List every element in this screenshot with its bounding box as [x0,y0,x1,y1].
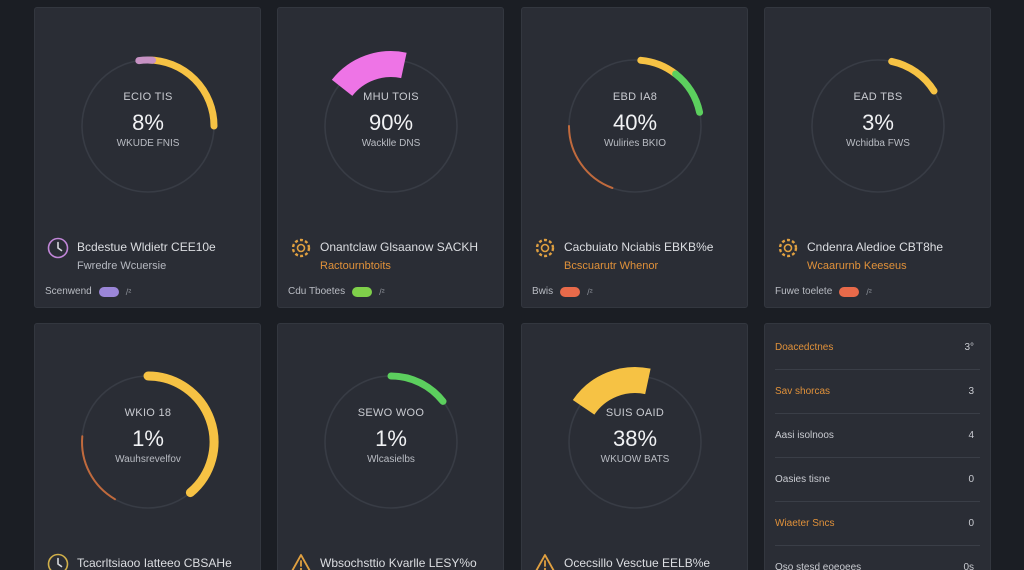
list-item-label: Oso stesd eoeoees [775,562,862,570]
list-item-label: Aasi isolnoos [775,430,834,441]
clock-icon [47,237,69,259]
gauge-sub-label: Wauhsrevelfov [115,454,181,465]
progress-ring [568,367,702,509]
gauge-card[interactable]: WKIO 18 1% Wauhsrevelfov Tcacrltsiaoo Iatt… [34,323,261,570]
gauge-sub-label: Wchidba FWS [846,138,910,149]
card-subtitle: Bcscuarutr Whenor [564,260,659,272]
warning-icon [291,554,311,570]
status-pill[interactable] [560,286,581,297]
gauge-sub-label: Wacklle DNS [361,138,421,149]
list-item-label: Doacedctnes [775,342,834,353]
card-footer: Cdu Tboetes/² [288,286,385,297]
list-item-label: Oasies tisne [775,474,831,485]
card-title: Tcacrltsiaoo Iatteeo CBSAHe [77,556,232,570]
card-title: Cndenra Aledioe CBT8he [807,240,944,254]
gauge-card[interactable]: SUIS OAID 38% WKUOW BATS Ocecsillo Vesctue… [521,323,748,570]
list-item-value: 3 [968,386,974,397]
progress-ring [81,56,218,193]
list-item-label: Sav shorcas [775,386,831,397]
footer-tail: /² [125,286,132,297]
gauge-value: 38% [612,426,658,451]
status-pill[interactable] [839,286,860,297]
list-item-value: 3° [964,342,974,353]
gear-icon [778,238,798,258]
footer-tail: /² [379,286,385,297]
gauge-sub-label: Wlcasielbs [367,454,415,465]
progress-ring-arc [888,57,938,95]
card-title: Ocecsillo Vesctue EELB%e [564,556,711,570]
list-item[interactable]: Aasi isolnoos 4 [775,414,980,458]
list-item-value: 0s [963,562,974,570]
gauge-card[interactable]: EAD TBS 3% Wchidba FWS Cndenra Aledioe CBT… [764,7,991,308]
card-footer: Bwis/² [532,286,593,297]
list-item[interactable]: Oasies tisne 0 [775,458,980,502]
warning-icon [535,554,555,570]
gauge-top-label: WKIO 18 [124,407,172,419]
gauge-top-label: SEWO WOO [357,407,425,419]
footer-label: Scenwend [45,286,92,297]
status-pill[interactable] [98,286,119,297]
card-footer: Scenwend/² [45,286,131,297]
gauge-sub-label: Wuliries BKIO [603,138,667,149]
progress-ring [81,371,219,509]
gauge-card[interactable]: ECIO TIS 8% WKUDE FNIS Bcdestue Wldietr CE… [34,7,261,308]
gauge-top-label: EAD TBS [853,91,903,103]
footer-tail: /² [866,286,872,297]
progress-ring-arc [135,56,157,65]
progress-ring-arc [572,367,651,416]
gauge-sub-label: WKUDE FNIS [116,138,180,149]
card-title: Onantclaw Glsaanow SACKH [320,240,479,254]
gauge-value: 1% [132,426,164,451]
footer-label: Bwis [532,286,554,297]
gauge-card[interactable]: MHU TOIS 90% Wacklle DNS Onantclaw Glsaano… [277,7,504,308]
footer-tail: /² [587,286,593,297]
gear-icon [291,238,311,258]
footer-label: Fuwe toelete [775,286,833,297]
list-item-value: 4 [968,430,974,441]
gauge-value: 8% [132,110,164,135]
card-footer: Fuwe toelete/² [775,286,872,297]
card-subtitle: Fwredre Wcuersie [77,260,167,272]
card-subtitle: Wcaarurnb Keeseus [807,260,907,272]
progress-ring [324,51,458,193]
gauge-value: 90% [368,110,414,135]
gauge-value: 40% [612,110,658,135]
list-item[interactable]: Oso stesd eoeoees 0s [775,546,980,570]
progress-ring-arc [637,56,680,78]
gauge-card[interactable]: EBD IA8 40% Wuliries BKIO Cacbuiato Nciabi… [521,7,748,308]
gauge-value: 3% [862,110,894,135]
card-title: Cacbuiato Nciabis EBKB%e [564,240,714,254]
gauge-top-label: SUIS OAID [605,407,665,419]
gear-icon [535,238,555,258]
status-pill[interactable] [352,286,373,297]
gauge-sub-label: WKUOW BATS [600,454,670,465]
progress-ring-arc [331,51,407,97]
list-item-value: 0 [968,474,974,485]
list-item[interactable]: Wiaeter Sncs 0 [775,502,980,546]
card-title: Bcdestue Wldietr CEE10e [77,240,216,254]
summary-list-card: Doacedctnes 3° Sav shorcas 3 Aasi isolnoos 4 O… [764,323,991,570]
card-subtitle: Ractournbtoits [320,260,391,272]
gauge-value: 1% [375,426,407,451]
list-item-label: Wiaeter Sncs [775,518,835,529]
list-item[interactable]: Sav shorcas 3 [775,370,980,414]
progress-ring [324,372,458,509]
list-item[interactable]: Doacedctnes 3° [775,326,980,370]
gauge-top-label: MHU TOIS [363,91,419,103]
progress-ring [568,56,704,193]
gauge-card[interactable]: SEWO WOO 1% Wlcasielbs Wbsochsttio Kvarlle… [277,323,504,570]
gauge-top-label: EBD IA8 [612,91,658,103]
clock-icon [47,553,69,570]
footer-label: Cdu Tboetes [288,286,346,297]
progress-ring-arc [387,372,447,405]
progress-ring [811,57,945,193]
list-item-value: 0 [968,518,974,529]
gauge-top-label: ECIO TIS [123,91,173,103]
card-title: Wbsochsttio Kvarlle LESY%o [320,556,477,570]
